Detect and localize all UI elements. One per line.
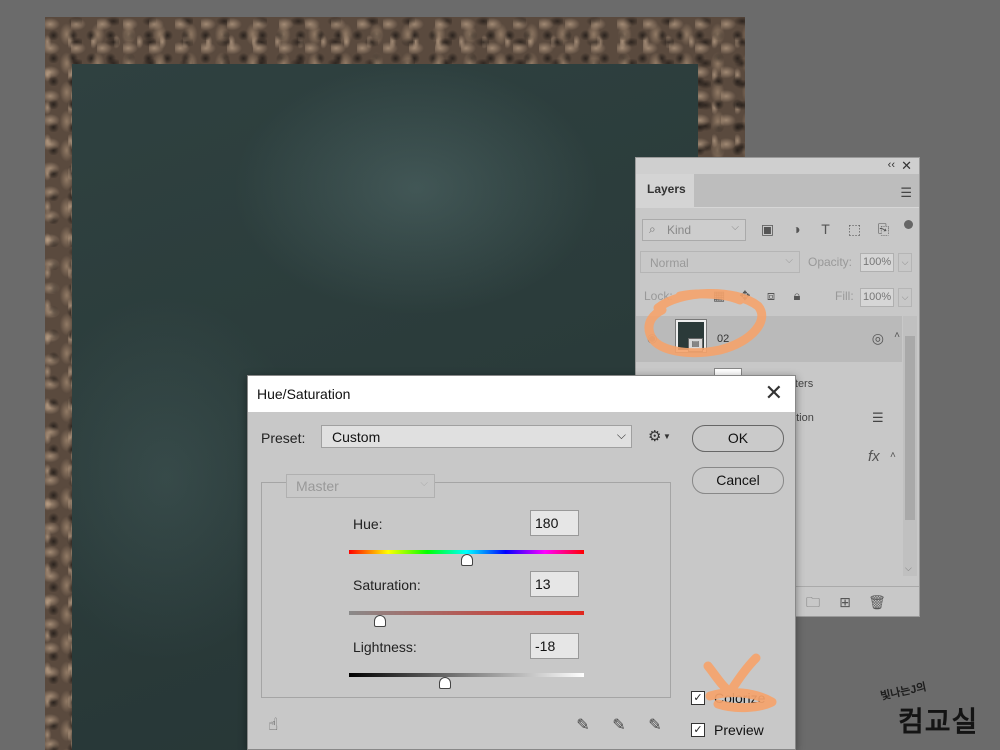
lock-pixels-icon[interactable]: ▦ [710, 287, 728, 305]
fill-label: Fill: [835, 289, 854, 303]
eyedropper-plus-icon[interactable]: ✎ [609, 715, 629, 735]
new-layer-icon[interactable]: ⊞ [836, 593, 854, 611]
visibility-eye-icon[interactable]: ◉ [647, 331, 657, 345]
preview-checkbox[interactable]: ✓ [691, 723, 705, 737]
adjustment-group [261, 482, 671, 698]
targeted-adjustment-hand-icon[interactable]: ☝ [268, 715, 278, 735]
close-icon[interactable]: ✕ [901, 158, 912, 174]
fill-chevron-icon[interactable]: ⌵ [898, 288, 912, 307]
colorize-checkbox[interactable]: ✓ [691, 691, 705, 705]
opacity-field[interactable]: 100% [860, 253, 894, 272]
preset-label: Preset: [261, 430, 306, 446]
smart-object-badge-icon: ▤ [688, 338, 703, 352]
preset-value: Custom [332, 429, 381, 445]
lightness-input[interactable]: -18 [530, 633, 579, 659]
close-icon[interactable]: ✕ [765, 380, 783, 406]
bottom-icons: 🗀︎ ⊞ 🗑︎ [804, 593, 886, 611]
layers-panel-titlebar: ‹‹ ✕ [636, 158, 919, 174]
kind-filter-select[interactable]: ⌕ Kind ⌵ [642, 219, 746, 241]
hue-saturation-dialog: Hue/Saturation ✕ Preset: Custom ⌵ ⚙ ▼ OK… [247, 375, 796, 750]
lock-icons: ▦ ✥ ⧈ 🔒︎ [710, 287, 806, 305]
dialog-titlebar[interactable]: Hue/Saturation ✕ [248, 376, 795, 412]
colorize-label[interactable]: Colorize [714, 690, 765, 706]
saturation-slider-thumb[interactable] [373, 615, 386, 627]
preview-label[interactable]: Preview [714, 722, 764, 738]
hue-slider-thumb[interactable] [460, 554, 473, 566]
blend-mode-select[interactable]: Normal ⌵ [640, 251, 800, 273]
preset-select[interactable]: Custom ⌵ [321, 425, 632, 448]
filter-toggle-icon[interactable] [904, 220, 913, 229]
cancel-button[interactable]: Cancel [692, 467, 784, 494]
channel-value: Master [296, 478, 339, 494]
tab-layers[interactable]: Layers [636, 174, 694, 208]
hue-input[interactable]: 180 [530, 510, 579, 536]
saturation-input[interactable]: 13 [530, 571, 579, 597]
filter-icons: ▣ ◑ T ⬚ ⎘ [758, 220, 893, 239]
eyedropper-tools: ✎ ✎ ✎ [573, 715, 665, 735]
gear-icon[interactable]: ⚙ [648, 427, 661, 445]
channel-select[interactable]: Master ⌵ [286, 474, 435, 498]
new-group-icon[interactable]: 🗀︎ [804, 593, 822, 611]
blending-options-icon[interactable]: ☰ [872, 410, 884, 426]
layers-scrollbar[interactable]: ⌵ [903, 316, 917, 576]
blend-mode-value: Normal [650, 256, 689, 270]
blend-row: Normal ⌵ Opacity: 100% ⌵ [636, 250, 919, 276]
caret-down-icon[interactable]: ▼ [663, 432, 671, 441]
chevron-down-icon: ⌵ [785, 255, 793, 266]
hue-label: Hue: [353, 516, 383, 532]
eyedropper-icon[interactable]: ✎ [573, 715, 593, 735]
layer-name[interactable]: 02 [717, 333, 729, 345]
scroll-down-icon[interactable]: ⌵ [905, 563, 912, 574]
panel-menu-icon[interactable]: ☰ [900, 185, 912, 201]
chevron-up-icon[interactable]: ˄ [894, 330, 900, 341]
eyedropper-minus-icon[interactable]: ✎ [645, 715, 665, 735]
dialog-title: Hue/Saturation [257, 386, 351, 402]
lock-all-icon[interactable]: 🔒︎ [788, 287, 806, 305]
layers-tabbar: Layers ☰ [636, 174, 919, 208]
lock-artboard-icon[interactable]: ⧈ [762, 287, 780, 305]
scrollbar-thumb[interactable] [905, 336, 915, 520]
ok-button[interactable]: OK [692, 425, 784, 452]
lightness-slider-track[interactable] [349, 673, 584, 677]
lock-label: Lock: [644, 289, 673, 303]
trash-icon[interactable]: 🗑︎ [868, 593, 886, 611]
pixel-filter-icon[interactable]: ▣ [758, 220, 777, 239]
fill-field[interactable]: 100% [860, 288, 894, 307]
type-filter-icon[interactable]: T [816, 220, 835, 239]
layer-row[interactable]: ◉ ▤ 02 ◎ ˄ [636, 316, 902, 362]
chevron-up-icon[interactable]: ˄ [890, 450, 896, 461]
chevron-down-icon: ⌵ [616, 428, 626, 442]
smart-object-filter-icon[interactable]: ⎘ [874, 220, 893, 239]
lock-row: Lock: ▦ ✥ ⧈ 🔒︎ Fill: 100% ⌵ [636, 284, 919, 310]
opacity-label: Opacity: [808, 255, 853, 269]
kind-filter-label: Kind [667, 223, 692, 237]
lightness-slider-thumb[interactable] [439, 677, 452, 689]
saturation-slider-track[interactable] [349, 611, 584, 615]
lightness-label: Lightness: [353, 639, 417, 655]
watermark-big: 컴교실 [898, 706, 979, 737]
collapse-icon[interactable]: ‹‹ [888, 159, 895, 171]
opacity-chevron-icon[interactable]: ⌵ [898, 253, 912, 272]
chevron-down-icon: ⌵ [731, 222, 739, 233]
fx-icon[interactable]: fx [868, 448, 880, 465]
saturation-label: Saturation: [353, 577, 421, 593]
lock-position-icon[interactable]: ✥ [736, 287, 754, 305]
search-icon: ⌕ [649, 222, 656, 236]
shape-filter-icon[interactable]: ⬚ [845, 220, 864, 239]
layer-filter-row: ⌕ Kind ⌵ ▣ ◑ T ⬚ ⎘ [636, 216, 919, 244]
smart-filter-icon[interactable]: ◎ [872, 330, 884, 347]
adjustment-filter-icon[interactable]: ◑ [787, 220, 806, 239]
chevron-down-icon: ⌵ [420, 478, 428, 489]
